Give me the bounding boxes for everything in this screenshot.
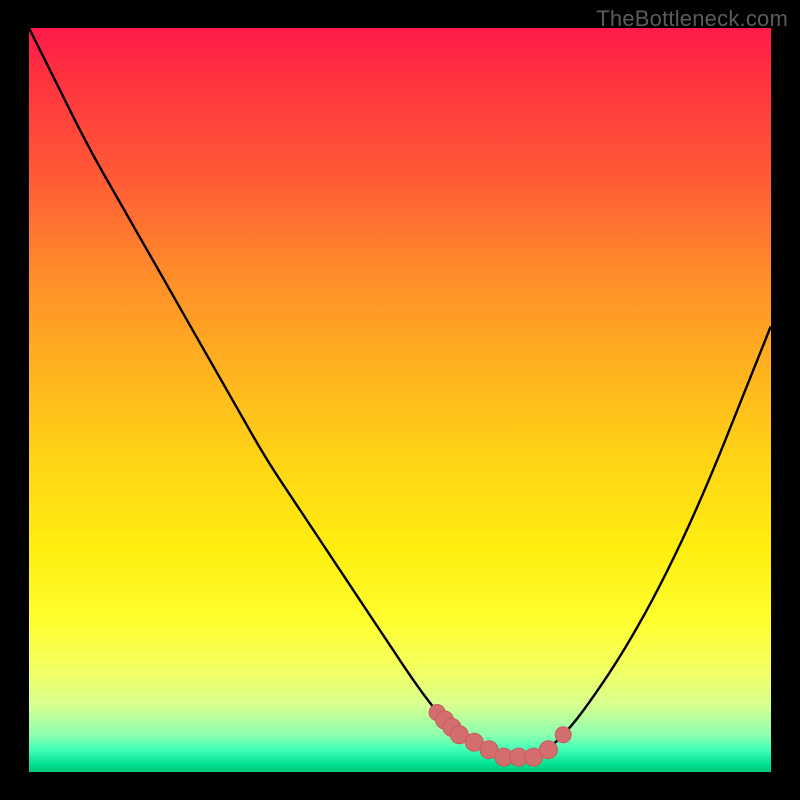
watermark-text: TheBottleneck.com	[596, 6, 788, 32]
highlight-markers	[429, 705, 571, 767]
marker-dot	[539, 741, 557, 759]
bottleneck-curve	[29, 28, 771, 757]
marker-dot	[555, 727, 571, 743]
chart-frame: TheBottleneck.com	[0, 0, 800, 800]
curve-layer	[29, 28, 771, 772]
